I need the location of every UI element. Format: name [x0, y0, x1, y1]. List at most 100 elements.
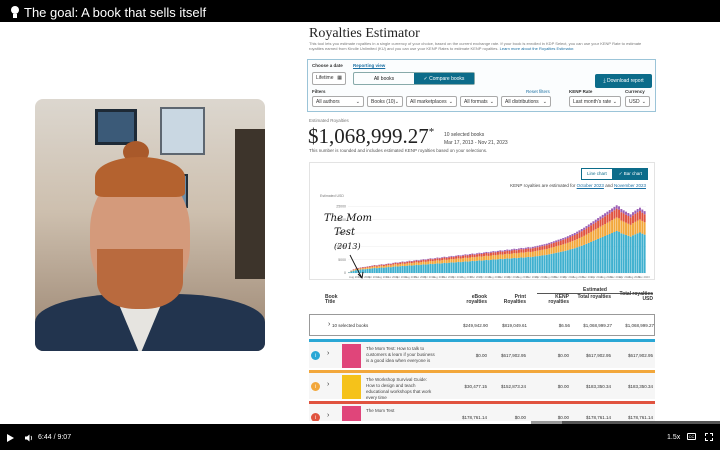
bar-segment	[643, 234, 646, 273]
bar-segment	[457, 258, 460, 262]
bar-segment	[522, 257, 525, 273]
presenter-beard	[97, 249, 183, 309]
formats-filter[interactable]: All formats ⌄	[460, 96, 498, 107]
date-select[interactable]: Lifetime ▦	[312, 72, 346, 85]
bar-segment	[580, 245, 583, 273]
bar-segment	[550, 242, 553, 244]
bar-segment	[597, 227, 600, 239]
volume-icon[interactable]	[24, 433, 34, 443]
bar-segment	[583, 244, 586, 273]
chevron-right-icon[interactable]: ›	[328, 321, 330, 328]
bar-segment	[473, 257, 476, 262]
bar-segment	[464, 257, 467, 262]
bar-segment	[629, 217, 632, 225]
bar-segment	[476, 254, 478, 257]
bar-segment	[357, 268, 360, 269]
filters-label: Filters	[312, 89, 326, 94]
bar-segment	[373, 266, 376, 269]
bar-segment	[361, 268, 364, 270]
bar-segment	[480, 253, 483, 254]
bar-segment	[527, 248, 530, 252]
compare-books-option[interactable]: ✓ Compare books	[414, 73, 474, 84]
bar-segment	[517, 252, 520, 258]
bar-segment	[396, 263, 399, 265]
bar-segment	[399, 264, 402, 267]
kenp-rate-value: Last month's rate	[573, 99, 612, 105]
playback-speed[interactable]: 1.5x	[667, 434, 680, 441]
chevron-right-icon[interactable]: ›	[327, 350, 329, 357]
chevron-down-icon: ⌄	[641, 99, 646, 105]
bar-segment	[445, 263, 448, 273]
bar-segment	[636, 220, 639, 234]
bar-segment	[466, 254, 469, 256]
bar-segment	[387, 263, 390, 266]
bar-segment	[590, 241, 593, 273]
bar-segment	[531, 248, 534, 252]
bar-segment	[382, 266, 385, 268]
bar-segment	[457, 256, 460, 259]
download-report-button[interactable]: ⤓ Download report	[595, 74, 652, 88]
distributions-filter[interactable]: All distributions ⌄	[501, 96, 551, 107]
reset-filters-link[interactable]: Reset filters	[526, 89, 550, 94]
footnote-asterisk: *	[428, 126, 435, 138]
bar-segment	[601, 225, 604, 237]
info-icon[interactable]: i	[311, 382, 320, 391]
bar-segment	[520, 257, 523, 273]
bar-segment	[620, 212, 623, 221]
bar-segment	[599, 226, 602, 238]
bar-segment	[389, 264, 392, 266]
royalties-estimator: Royalties Estimator This tool lets you e…	[305, 22, 660, 424]
bar-segment	[396, 264, 399, 267]
bar-segment	[406, 261, 409, 262]
bar-segment	[361, 267, 364, 269]
all-books-option[interactable]: All books	[354, 73, 414, 84]
bar-segment	[487, 260, 490, 273]
bar-segment	[541, 246, 544, 250]
estimator-description: This tool lets you estimate royalties in…	[309, 41, 654, 51]
video-frame[interactable]: Royalties Estimator This tool lets you e…	[0, 22, 720, 424]
bar-segment	[427, 258, 430, 260]
bar-segment	[492, 251, 495, 253]
book-row[interactable]: i › The Workshop Survival Guide: How to de…	[309, 370, 655, 400]
bar-segment	[485, 252, 488, 256]
bar-segment	[522, 249, 525, 253]
bar-segment	[448, 257, 451, 260]
info-icon[interactable]: i	[311, 351, 320, 360]
play-icon[interactable]	[7, 434, 14, 442]
bar-segment	[469, 254, 471, 256]
header-total-royalties: Total royalties	[577, 294, 611, 300]
bar-segment	[455, 262, 458, 273]
bar-segment	[585, 226, 588, 229]
compare-books-label: Compare books	[429, 75, 465, 82]
bar-segment	[538, 255, 541, 273]
chevron-down-icon: ⌄	[612, 99, 617, 105]
bar-segment	[464, 254, 467, 256]
chevron-right-icon[interactable]: ›	[327, 412, 329, 419]
chevron-right-icon[interactable]: ›	[327, 381, 329, 388]
time-display: 6:44 / 9:07	[38, 434, 72, 441]
summary-row[interactable]: › 10 selected books $249,942.90 $819,049…	[309, 314, 655, 336]
bar-segment	[487, 253, 490, 256]
bar-segment	[392, 263, 395, 265]
kenp-rate-select[interactable]: Last month's rate ⌄	[569, 96, 621, 107]
annotation-line-1: The Mom	[324, 213, 372, 224]
bar-segment	[569, 235, 572, 238]
bar-segment	[443, 262, 446, 273]
bar-segment	[450, 256, 453, 260]
fullscreen-icon[interactable]	[705, 433, 713, 441]
authors-filter[interactable]: All authors ⌄	[312, 96, 364, 107]
currency-select[interactable]: USD ⌄	[625, 96, 650, 107]
captions-icon[interactable]: CC	[687, 433, 696, 440]
book-row[interactable]: i › The Mom Test: How to talk to customers…	[309, 339, 655, 368]
video-progress-bar[interactable]	[0, 421, 720, 424]
books-filter[interactable]: Books (10) ⌄	[367, 96, 403, 107]
bar-segment	[394, 262, 397, 265]
learn-more-link[interactable]: Learn more about the Royalties Estimator…	[500, 46, 575, 51]
bar-segment	[562, 238, 565, 240]
marketplaces-filter[interactable]: All marketplaces ⌄	[406, 96, 457, 107]
bar-segment	[543, 245, 546, 250]
bar-segment	[415, 259, 418, 261]
bar-segment	[520, 249, 523, 253]
bar-segment	[499, 254, 502, 259]
bar-segment	[534, 246, 537, 248]
